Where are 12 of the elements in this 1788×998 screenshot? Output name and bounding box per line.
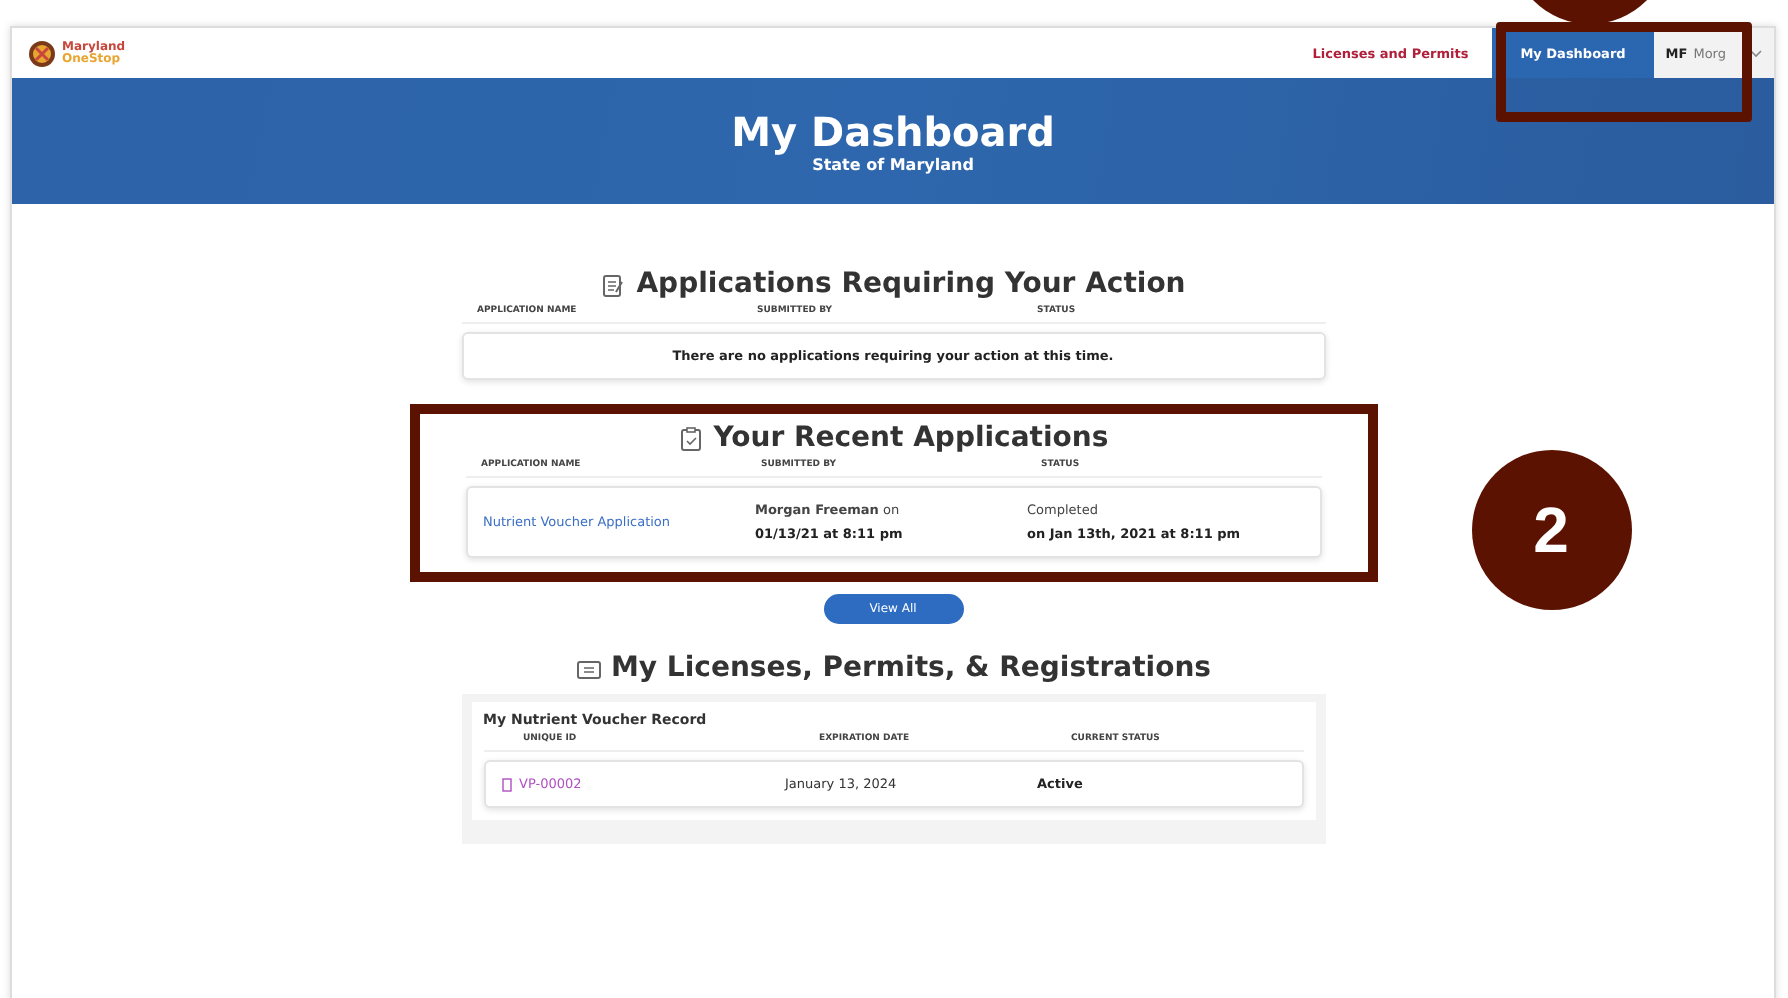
section-title: Your Recent Applications — [713, 422, 1109, 454]
document-icon — [600, 271, 627, 297]
section-title: Applications Requiring Your Action — [636, 268, 1186, 300]
card-icon — [575, 655, 601, 681]
page-subtitle: State of Maryland — [812, 156, 974, 174]
chevron-icon — [1750, 49, 1762, 57]
section-title: My Licenses, Permits, & Registrations — [611, 652, 1211, 684]
clipboard-icon — [677, 425, 704, 451]
callout-badge: 2 — [1471, 450, 1631, 610]
document-icon — [501, 777, 511, 791]
page-title: My Dashboard — [731, 108, 1055, 156]
seal-icon — [28, 39, 56, 67]
